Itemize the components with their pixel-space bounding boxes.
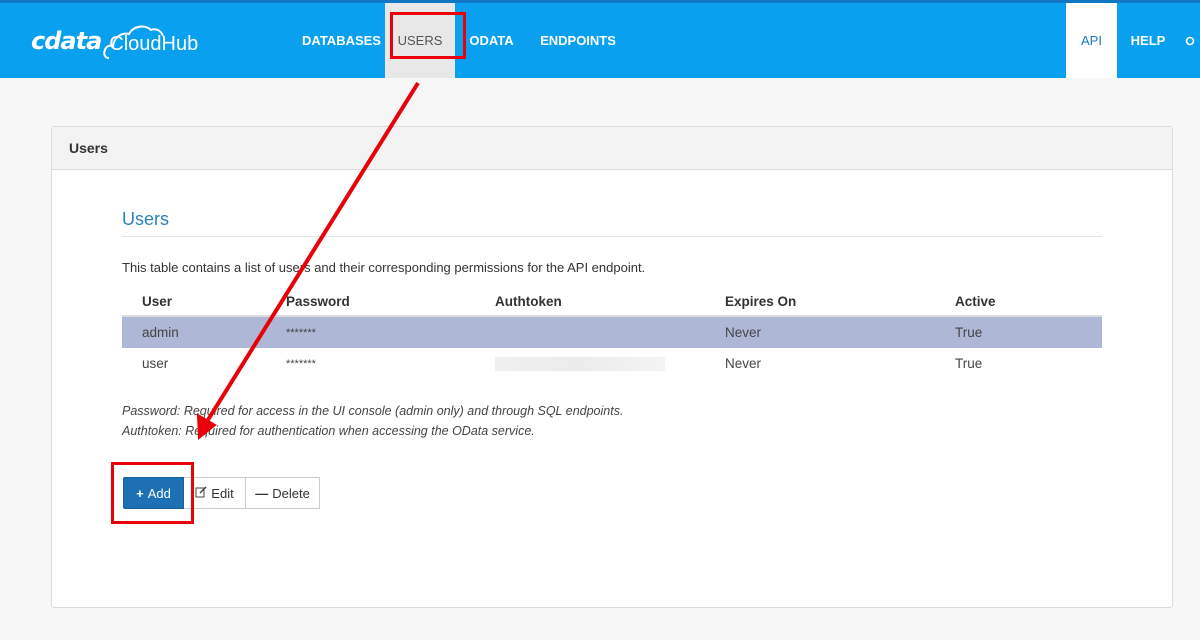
table-header-row: User Password Authtoken Expires On Activ… xyxy=(122,287,1102,317)
add-button-label: Add xyxy=(147,485,171,501)
cell-authtoken xyxy=(495,348,725,379)
column-header-expires-on[interactable]: Expires On xyxy=(725,287,955,317)
cell-active: True xyxy=(955,316,1102,348)
users-table: User Password Authtoken Expires On Activ… xyxy=(122,287,1102,379)
cell-user: admin xyxy=(122,316,286,348)
column-header-authtoken[interactable]: Authtoken xyxy=(495,287,725,317)
logo-word: cdata xyxy=(31,27,102,55)
secondary-nav: API HELP xyxy=(1066,3,1200,78)
settings-icon[interactable] xyxy=(1179,3,1200,78)
top-navbar: cdata CloudHub DATABASES USERS ODATA END… xyxy=(0,0,1200,78)
cell-user: user xyxy=(142,356,169,371)
redacted-authtoken xyxy=(495,357,665,372)
plus-icon: + xyxy=(136,485,144,501)
edit-button-label: Edit xyxy=(211,485,234,501)
cell-expires-on: Never xyxy=(725,356,762,371)
nav-users[interactable]: USERS xyxy=(385,3,455,78)
cell-password: ******* xyxy=(286,316,495,348)
delete-button-label: Delete xyxy=(272,485,310,501)
nav-endpoints[interactable]: ENDPOINTS xyxy=(528,3,628,78)
edit-icon xyxy=(195,485,207,501)
delete-user-button[interactable]: — Delete xyxy=(246,477,320,509)
edit-user-button[interactable]: Edit xyxy=(184,477,246,509)
column-header-user[interactable]: User xyxy=(122,287,286,317)
panel-heading: Users xyxy=(52,127,1172,170)
minus-icon: — xyxy=(255,485,269,501)
cell-password: ******* xyxy=(286,357,316,370)
cloud-icon: CloudHub xyxy=(103,24,199,59)
section-description: This table contains a list of users and … xyxy=(122,260,646,275)
password-note: Password: Required for access in the UI … xyxy=(122,404,624,418)
column-header-active[interactable]: Active xyxy=(955,287,1102,317)
logo-product-name: CloudHub xyxy=(109,32,199,55)
cell-active: True xyxy=(955,356,983,371)
cell-expires-on: Never xyxy=(725,316,955,348)
main-nav: DATABASES USERS ODATA ENDPOINTS xyxy=(298,3,628,78)
table-row[interactable]: user ******* Never True xyxy=(122,348,1102,379)
section-divider xyxy=(122,236,1102,237)
cdata-cloudhub-logo[interactable]: cdata CloudHub xyxy=(31,21,198,61)
nav-odata[interactable]: ODATA xyxy=(455,3,528,78)
nav-api[interactable]: API xyxy=(1066,3,1117,78)
column-header-password[interactable]: Password xyxy=(286,287,495,317)
cell-authtoken xyxy=(495,316,725,348)
users-panel: Users Users This table contains a list o… xyxy=(51,126,1173,608)
add-user-button[interactable]: + Add xyxy=(123,477,184,509)
nav-help[interactable]: HELP xyxy=(1117,3,1179,78)
user-actions: + Add Edit — Delete xyxy=(123,477,320,509)
nav-databases[interactable]: DATABASES xyxy=(298,3,385,78)
authtoken-note: Authtoken: Required for authentication w… xyxy=(122,424,535,438)
table-row[interactable]: admin ******* Never True xyxy=(122,316,1102,348)
section-title: Users xyxy=(122,209,170,229)
